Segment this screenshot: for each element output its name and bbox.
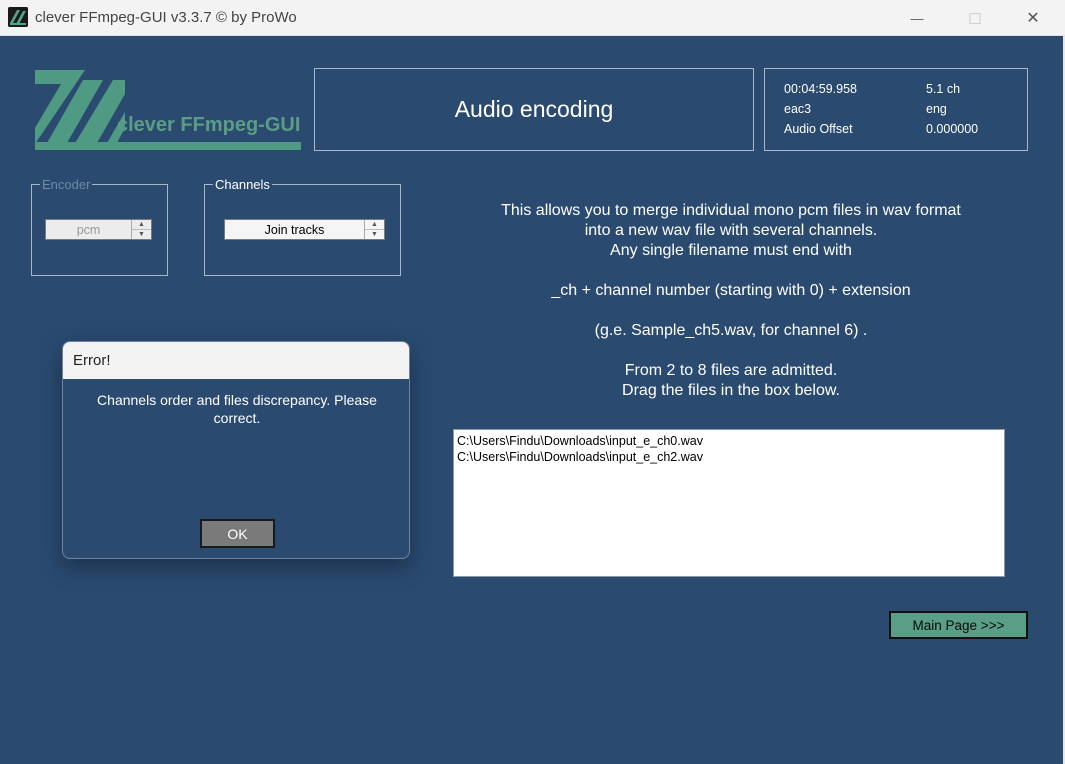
- encoder-legend: Encoder: [40, 177, 93, 192]
- description-line-7: Drag the files in the box below.: [622, 382, 840, 399]
- encoder-spin-arrows[interactable]: ▲ ▼: [131, 220, 151, 239]
- channels-value: 5.1 ch: [926, 82, 961, 96]
- list-item[interactable]: C:\Users\Findu\Downloads\input_e_ch2.wav: [457, 449, 1001, 465]
- title-bar: clever FFmpeg-GUI v3.3.7 © by ProWo — □ …: [0, 0, 1065, 36]
- description-line-6: From 2 to 8 files are admitted.: [624, 362, 838, 379]
- app-logo: [33, 66, 303, 154]
- maximize-icon: □: [969, 7, 981, 28]
- page-title-panel: Audio encoding: [314, 68, 754, 151]
- close-button[interactable]: ✕: [1004, 0, 1062, 36]
- description-line-1: This allows you to merge individual mono…: [501, 202, 961, 219]
- audio-offset-value: 0.000000: [926, 122, 979, 136]
- close-icon: ✕: [1026, 10, 1040, 27]
- spin-up-icon[interactable]: ▲: [132, 220, 151, 229]
- description-line-5: (g.e. Sample_ch5.wav, for channel 6) .: [594, 322, 868, 339]
- channels-legend: Channels: [213, 177, 272, 192]
- app-icon: [8, 7, 28, 27]
- channels-value: Join tracks: [264, 222, 325, 237]
- minimize-icon: —: [910, 10, 924, 26]
- encoder-spinner[interactable]: pcm ▲ ▼: [45, 219, 152, 240]
- logo-text: clever FFmpeg-GUI: [117, 114, 301, 136]
- codec-value: eac3: [784, 102, 812, 116]
- language-value: eng: [926, 102, 947, 116]
- media-info-panel: 00:04:59.958 5.1 ch eac3 eng Audio Offse…: [764, 68, 1028, 151]
- spin-down-icon[interactable]: ▼: [132, 229, 151, 239]
- ok-button[interactable]: OK: [200, 519, 275, 548]
- dialog-title-bar: Error!: [63, 342, 409, 379]
- maximize-button[interactable]: □: [946, 0, 1004, 36]
- channels-spin-arrows[interactable]: ▲ ▼: [364, 220, 384, 239]
- file-drop-list[interactable]: C:\Users\Findu\Downloads\input_e_ch0.wav…: [453, 429, 1005, 577]
- audio-offset-label: Audio Offset: [784, 122, 853, 136]
- dialog-message: Channels order and files discrepancy. Pl…: [97, 392, 377, 426]
- description-line-4: _ch + channel number (starting with 0) +…: [551, 282, 911, 299]
- list-item[interactable]: C:\Users\Findu\Downloads\input_e_ch0.wav: [457, 433, 1001, 449]
- error-dialog: Error! Channels order and files discrepa…: [62, 341, 410, 559]
- dialog-title: Error!: [73, 352, 111, 369]
- duration-value: 00:04:59.958: [784, 82, 857, 96]
- description-line-3: Any single filename must end with: [610, 242, 852, 259]
- description-line-2: into a new wav file with several channel…: [584, 222, 878, 239]
- channels-spinner[interactable]: Join tracks ▲ ▼: [224, 219, 385, 240]
- page-title: Audio encoding: [454, 96, 614, 122]
- minimize-button[interactable]: —: [888, 0, 946, 36]
- spin-down-icon[interactable]: ▼: [365, 229, 384, 239]
- spin-up-icon[interactable]: ▲: [365, 220, 384, 229]
- window-title: clever FFmpeg-GUI v3.3.7 © by ProWo: [35, 9, 297, 26]
- main-page-button[interactable]: Main Page >>>: [889, 611, 1028, 639]
- encoder-value: pcm: [76, 222, 101, 237]
